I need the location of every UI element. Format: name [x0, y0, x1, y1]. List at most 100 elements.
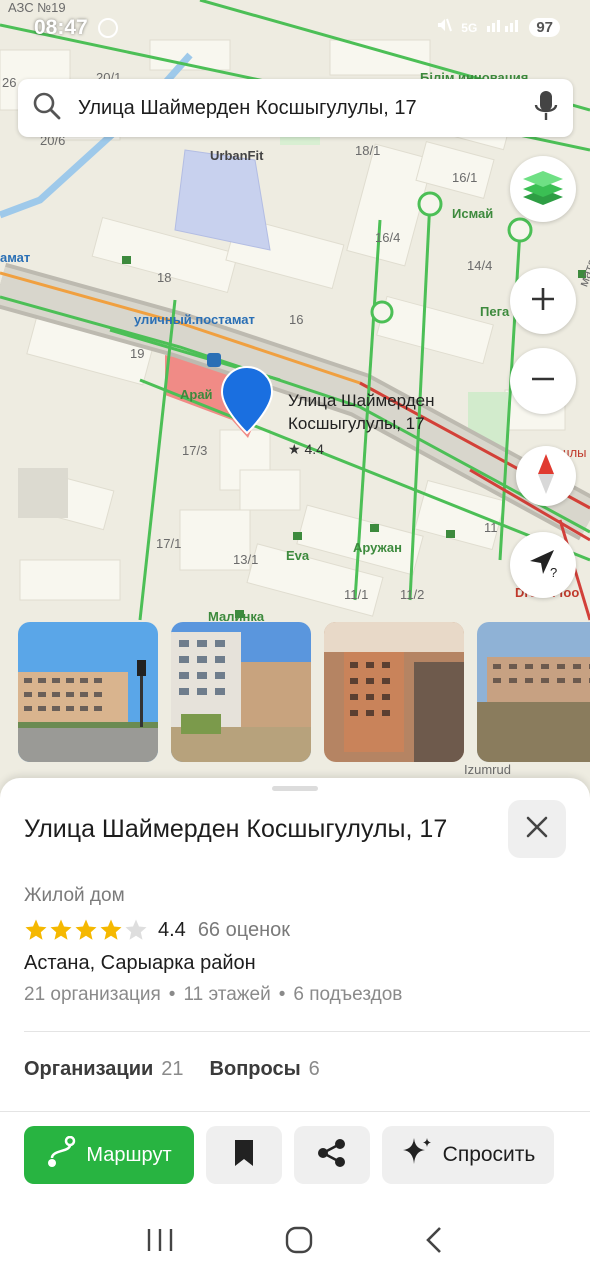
- map-label-14-4: 14/4: [467, 258, 493, 273]
- map-label-13-1: 13/1: [233, 552, 259, 567]
- photo-2[interactable]: [171, 622, 311, 762]
- share-button[interactable]: [294, 1126, 370, 1184]
- photo-3[interactable]: [324, 622, 464, 762]
- meta-separator: •: [278, 984, 286, 1005]
- map-label-18: 18: [157, 270, 172, 285]
- map-label-postamat: уличный.постамат: [134, 312, 255, 327]
- star-filled-icon: [75, 919, 97, 940]
- compass-icon: [536, 453, 556, 499]
- zoom-out-button[interactable]: [510, 348, 576, 414]
- meta-entrances: 6 подъездов: [293, 984, 403, 1005]
- star-filled-icon: [100, 919, 122, 940]
- network-type: 5G: [461, 20, 478, 35]
- route-label: Маршрут: [86, 1143, 172, 1166]
- star-empty-icon: [125, 919, 147, 940]
- tab-questions-label: Вопросы: [209, 1058, 301, 1080]
- photo-4[interactable]: [477, 622, 590, 762]
- map-label-11-2: 11/2: [400, 587, 425, 602]
- zoom-in-button[interactable]: [510, 268, 576, 334]
- route-button[interactable]: Маршрут: [24, 1126, 194, 1184]
- microphone-icon[interactable]: [533, 89, 559, 128]
- battery-indicator: 97: [529, 18, 560, 37]
- bookmark-icon: [233, 1138, 255, 1173]
- search-bar[interactable]: Улица Шаймерден Косшыгулулы, 17: [18, 79, 573, 137]
- place-type: Жилой дом: [24, 885, 125, 906]
- map-label-urbanfit: UrbanFit: [210, 148, 264, 163]
- svg-text:?: ?: [550, 565, 557, 580]
- star-filled-icon: [50, 919, 72, 940]
- place-meta: 21 организация • 11 этажей • 6 подъездов: [24, 984, 402, 1006]
- mute-icon: [435, 16, 453, 39]
- map-label-arai: Арай: [180, 387, 213, 402]
- search-icon[interactable]: [32, 91, 62, 126]
- map-label-16: 16: [289, 312, 304, 327]
- map-label-17-1: 17/1: [156, 536, 182, 551]
- meta-floors: 11 этажей: [183, 984, 271, 1005]
- my-location-button[interactable]: ?: [510, 532, 576, 598]
- map-label-pega: Пега: [480, 304, 510, 319]
- photo-1[interactable]: [18, 622, 158, 762]
- place-tabs[interactable]: Организации 21 Вопросы 6: [24, 1058, 320, 1081]
- tab-organizations-count: 21: [161, 1058, 184, 1080]
- tab-questions[interactable]: Вопросы 6: [210, 1058, 320, 1081]
- place-title: Улица Шаймерден Косшыгулулы, 17: [24, 815, 448, 843]
- close-icon: [525, 815, 549, 844]
- map-label-16-1: 16/1: [452, 170, 478, 185]
- tab-organizations[interactable]: Организации 21: [24, 1058, 184, 1081]
- signal-icon: [485, 16, 521, 39]
- rating-stars: [24, 918, 148, 942]
- map-label-ismay: Исмай: [452, 206, 494, 221]
- search-query[interactable]: Улица Шаймерден Косшыгулулы, 17: [78, 97, 533, 120]
- star-filled-icon: [25, 919, 47, 940]
- map-label-11-1: 11/1: [344, 587, 369, 602]
- minus-icon: [530, 366, 556, 397]
- divider: [24, 1031, 590, 1032]
- meta-organizations: 21 организация: [24, 984, 161, 1005]
- map-place-rating: ★ 4.4: [288, 441, 324, 457]
- close-button[interactable]: [508, 800, 566, 858]
- place-address: Астана, Сарыарка район: [24, 952, 256, 974]
- tab-organizations-label: Организации: [24, 1058, 154, 1080]
- compass-button[interactable]: [516, 446, 576, 506]
- status-bar: 08:47 5G 97: [0, 0, 590, 56]
- sparkle-icon: [401, 1136, 433, 1174]
- location-pin-icon[interactable]: [220, 365, 274, 435]
- home-icon[interactable]: [284, 1225, 314, 1260]
- map-label-19: 19: [130, 346, 145, 361]
- meta-separator: •: [168, 984, 176, 1005]
- map-label-izumrud: Izumrud: [464, 762, 511, 777]
- rating-row[interactable]: 4.4 66 оценок: [24, 918, 290, 942]
- plus-icon: [530, 286, 556, 317]
- map-label-18-1: 18/1: [355, 143, 381, 158]
- map-place-name-line2: Косшыгулулы, 17: [288, 414, 425, 433]
- layers-button[interactable]: [510, 156, 576, 222]
- map-label-11: 11: [484, 520, 498, 535]
- map-label-16-4: 16/4: [375, 230, 401, 245]
- map-label-aruzhan: Аружан: [353, 540, 403, 555]
- back-icon[interactable]: [423, 1225, 445, 1260]
- map-label-26: 26: [2, 75, 17, 90]
- map-label-eva: Eva: [286, 548, 310, 563]
- share-icon: [316, 1138, 348, 1173]
- system-nav-bar: [0, 1205, 590, 1280]
- rating-count[interactable]: 66 оценок: [198, 919, 290, 942]
- layers-icon: [522, 169, 564, 210]
- navigation-arrow-icon: ?: [526, 546, 560, 585]
- ask-label: Спросить: [442, 1143, 536, 1166]
- sheet-handle[interactable]: [272, 786, 318, 791]
- ask-button[interactable]: Спросить: [382, 1126, 554, 1184]
- whatsapp-icon: [97, 18, 118, 38]
- map-label-postamat-short: амат: [0, 250, 31, 265]
- divider: [0, 1111, 590, 1112]
- recent-apps-icon[interactable]: [145, 1227, 175, 1258]
- rating-value: 4.4: [158, 918, 186, 941]
- tab-questions-count: 6: [308, 1058, 320, 1080]
- bookmark-button[interactable]: [206, 1126, 282, 1184]
- map-place-name-line1: Улица Шаймерден: [288, 391, 435, 410]
- status-time: 08:47: [34, 16, 88, 39]
- status-right: 5G 97: [435, 16, 560, 39]
- photo-gallery[interactable]: [18, 622, 590, 762]
- map-label-17-3: 17/3: [182, 443, 208, 458]
- action-bar: Маршрут Спросить: [24, 1126, 554, 1184]
- route-icon: [46, 1135, 76, 1174]
